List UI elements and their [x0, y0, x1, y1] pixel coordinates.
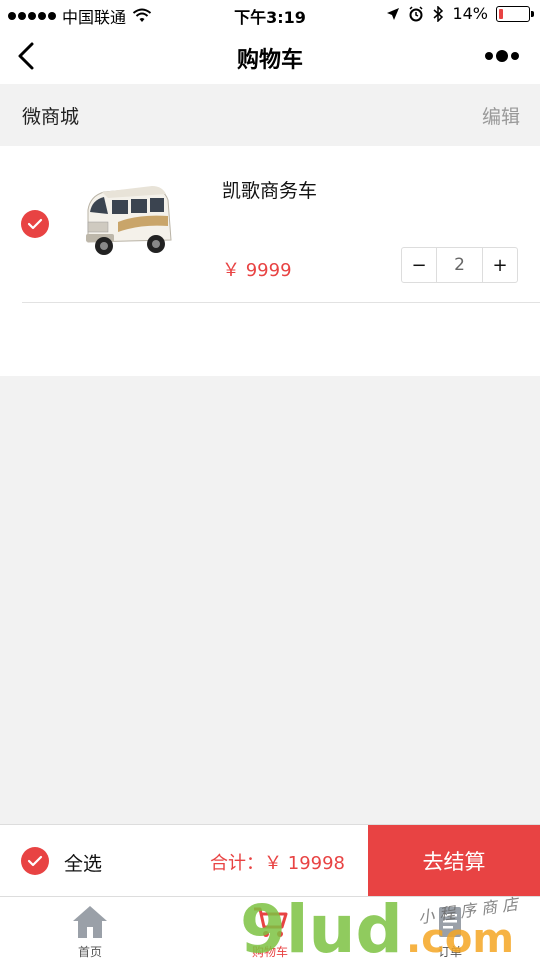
- tab-label: 首页: [77, 945, 102, 959]
- alarm-icon: [409, 5, 423, 21]
- item-divider: [22, 302, 540, 303]
- checkout-bar: 全选 合计：￥ 19998 去结算: [0, 824, 540, 897]
- product-image[interactable]: [78, 170, 178, 270]
- status-right: 14%: [386, 4, 534, 23]
- more-dots-icon[interactable]: [484, 46, 520, 66]
- home-icon: [73, 906, 107, 938]
- quantity-value[interactable]: 2: [436, 248, 483, 282]
- product-name[interactable]: 凯歌商务车: [222, 176, 317, 203]
- total-price: 合计：￥ 19998: [210, 853, 345, 874]
- quantity-stepper: − 2 +: [401, 247, 518, 283]
- tab-cart[interactable]: 购物车: [180, 897, 360, 960]
- battery-percent: 14%: [452, 4, 488, 23]
- tab-label: 订单: [437, 945, 462, 959]
- page-title: 购物车: [236, 48, 303, 73]
- status-bar: 中国联通 下午3:19 14%: [0, 0, 540, 28]
- item-checkbox[interactable]: [21, 210, 49, 238]
- checkmark-icon: [27, 218, 43, 230]
- product-price: ￥ 9999: [222, 260, 292, 281]
- decrease-button[interactable]: −: [402, 248, 436, 282]
- chevron-left-icon[interactable]: [14, 38, 42, 74]
- checkmark-icon: [27, 855, 43, 867]
- increase-button[interactable]: +: [483, 248, 517, 282]
- tab-home[interactable]: 首页: [0, 897, 180, 960]
- location-arrow-icon: [387, 7, 400, 20]
- checkout-button[interactable]: 去结算: [368, 825, 540, 897]
- order-icon: [439, 907, 461, 937]
- battery-icon: [496, 5, 534, 22]
- tab-label: 购物车: [251, 945, 288, 959]
- battery-fill: [499, 8, 503, 19]
- edit-button[interactable]: 编辑: [482, 102, 520, 129]
- select-all-label[interactable]: 全选: [64, 849, 102, 876]
- shop-name: 微商城: [22, 106, 80, 128]
- nav-bar: 购物车: [0, 28, 540, 84]
- bluetooth-icon: [433, 5, 444, 22]
- tab-bar: 首页 购物车 订单: [0, 896, 540, 960]
- cart-icon: [254, 907, 288, 937]
- tab-orders[interactable]: 订单: [360, 897, 540, 960]
- select-all-checkbox[interactable]: [21, 847, 49, 875]
- cart-list: 凯歌商务车 ￥ 9999 − 2 +: [0, 146, 540, 376]
- shop-header: 微商城 编辑: [0, 84, 540, 146]
